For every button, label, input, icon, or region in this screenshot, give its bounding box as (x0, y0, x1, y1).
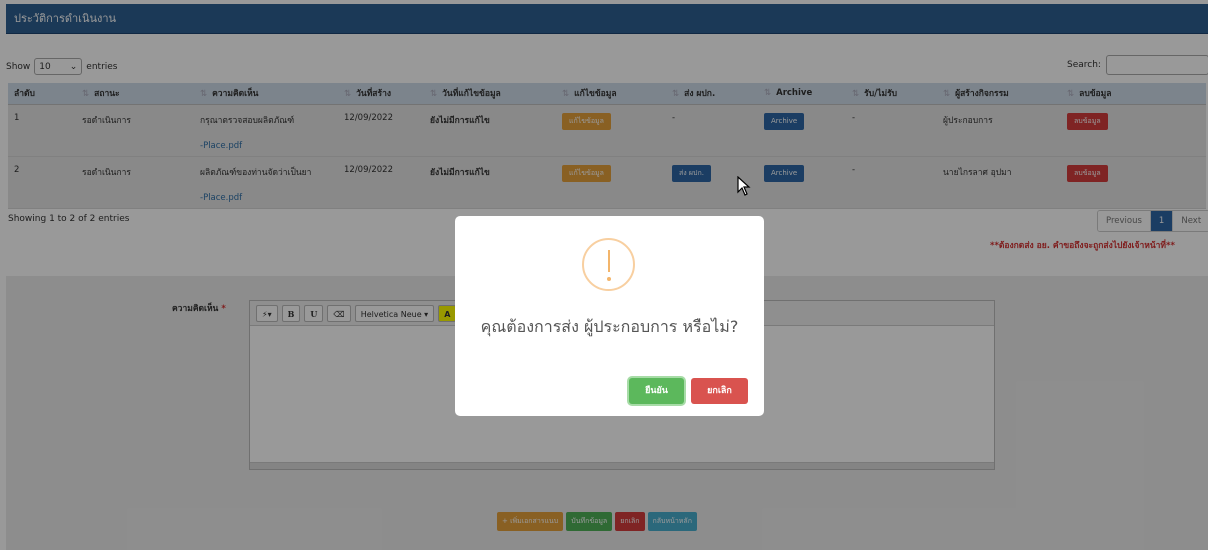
mouse-cursor-icon (737, 176, 751, 196)
dialog-buttons: ยืนยัน ยกเลิก (629, 378, 748, 404)
dialog-message: คุณต้องการส่ง ผู้ประกอบการ หรือไม่? (480, 317, 739, 336)
confirm-button[interactable]: ยืนยัน (629, 378, 684, 404)
dialog-cancel-button[interactable]: ยกเลิก (691, 378, 748, 404)
confirm-dialog: คุณต้องการส่ง ผู้ประกอบการ หรือไม่? ยืนย… (455, 216, 764, 416)
warning-icon (582, 238, 635, 291)
